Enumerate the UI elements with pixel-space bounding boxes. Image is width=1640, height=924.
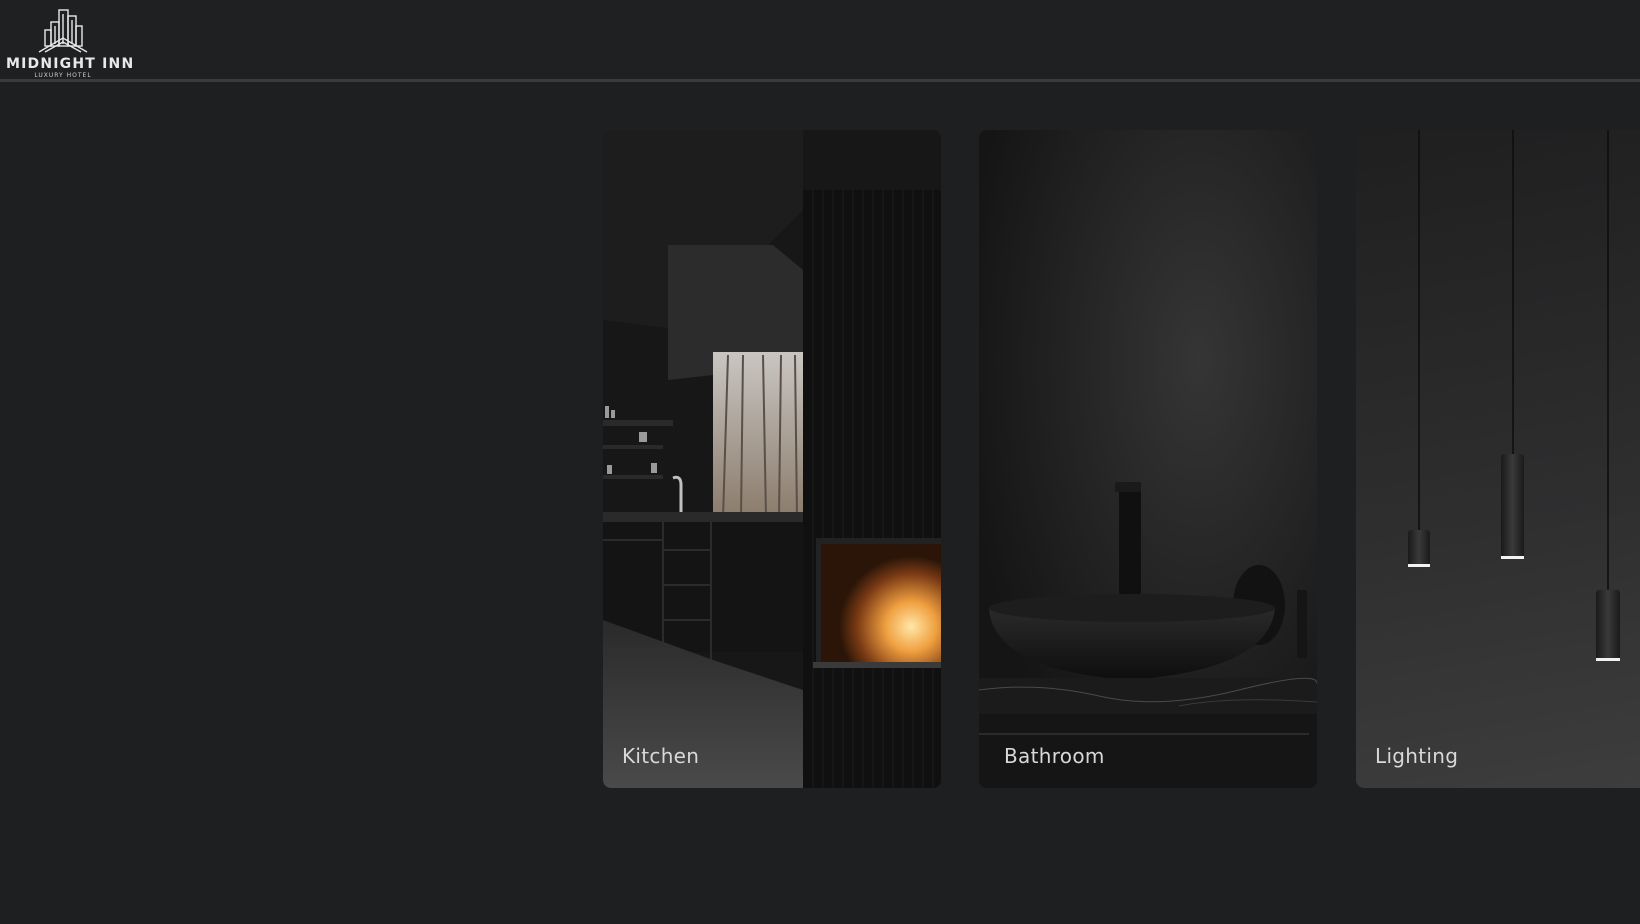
card-label-kitchen: Kitchen	[622, 744, 700, 768]
lighting-image	[1408, 130, 1620, 661]
card-kitchen[interactable]: Kitchen	[603, 130, 941, 788]
hotel-logo[interactable]: MIDNIGHT INN LUXURY HOTEL	[6, 6, 135, 79]
card-bathroom[interactable]: Bathroom	[979, 130, 1317, 788]
card-lighting[interactable]: Lighting	[1356, 130, 1640, 788]
city-buildings-logo-icon	[38, 9, 88, 53]
bathroom-image	[979, 130, 1317, 788]
top-header: MIDNIGHT INN LUXURY HOTEL	[0, 0, 1640, 82]
card-label-lighting: Lighting	[1375, 744, 1459, 768]
page: MIDNIGHT INN LUXURY HOTEL Kitchen Bathro…	[0, 0, 1640, 924]
logo-name: MIDNIGHT INN	[6, 56, 135, 72]
logo-tagline: LUXURY HOTEL	[34, 72, 92, 79]
kitchen-image	[603, 130, 941, 788]
card-label-bathroom: Bathroom	[1004, 744, 1105, 768]
